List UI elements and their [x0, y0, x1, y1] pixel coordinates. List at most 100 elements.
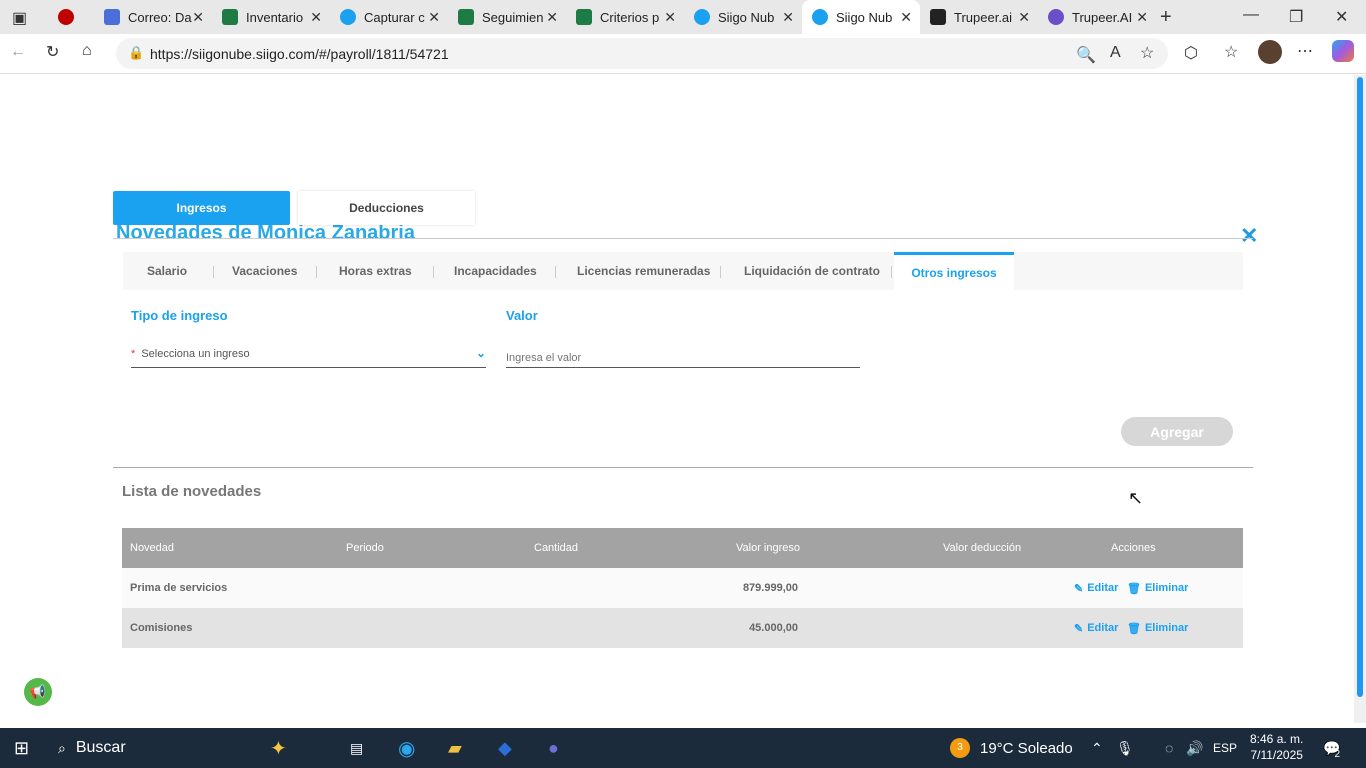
browser-tab-active[interactable]: Siigo Nub ✕	[802, 0, 920, 34]
close-icon[interactable]: ✕	[782, 9, 794, 26]
windows-start-icon[interactable]: ⊞	[14, 728, 29, 768]
tab-favicon	[576, 9, 592, 25]
close-icon[interactable]: ✕	[192, 9, 204, 26]
chevron-up-icon[interactable]: ⌃	[1091, 728, 1103, 768]
page-content: Novedades de Monica Zanabria ✕ Ingresos …	[4, 75, 1354, 723]
close-icon[interactable]: ✕	[546, 9, 558, 26]
sidebar-icon[interactable]: ▣	[12, 8, 27, 28]
restore-icon[interactable]: ❐	[1289, 7, 1303, 27]
language-indicator[interactable]: ESP	[1213, 728, 1237, 768]
browser-tab[interactable]	[48, 0, 94, 34]
browser-tab[interactable]: Inventario ✕	[212, 0, 330, 34]
read-aloud-icon[interactable]: A	[1110, 44, 1121, 62]
reload-icon[interactable]: ↻	[46, 42, 59, 62]
subtab-salario[interactable]: Salario	[147, 252, 187, 290]
favorites-icon[interactable]: ☆	[1224, 42, 1238, 62]
close-icon[interactable]: ✕	[900, 9, 912, 26]
tab-favicon	[222, 9, 238, 25]
subtab-incapacidades[interactable]: Incapacidades	[454, 252, 537, 290]
pencil-icon: ✎	[1074, 582, 1084, 595]
edit-action[interactable]: ✎ Editar	[1074, 608, 1118, 648]
browser-tab[interactable]: Siigo Nub ✕	[684, 0, 802, 34]
scrollbar[interactable]	[1354, 75, 1366, 723]
browser-tab[interactable]: Capturar c ✕	[330, 0, 448, 34]
list-title: Lista de novedades	[122, 483, 262, 500]
clock[interactable]: 8:46 a. m. 7/11/2025	[1250, 731, 1303, 763]
browser-tab[interactable]: Trupeer.ai ✕	[920, 0, 1038, 34]
divider	[555, 266, 556, 278]
profile-avatar[interactable]	[1258, 40, 1282, 64]
zoom-icon[interactable]: 🔍	[1076, 45, 1096, 65]
tab-deducciones[interactable]: Deducciones	[298, 191, 475, 225]
notification-icon[interactable]: 💬 2	[1323, 728, 1340, 768]
pencil-icon: ✎	[1074, 622, 1084, 635]
tipo-ingreso-select[interactable]: * Selecciona un ingreso ⌄	[131, 346, 486, 368]
file-explorer-icon[interactable]: ▰	[448, 728, 462, 768]
scrollbar-thumb[interactable]	[1357, 77, 1363, 697]
copilot-sparkle-icon[interactable]: ✦	[270, 728, 287, 768]
subtab-liquidacion-contrato[interactable]: Liquidación de contrato	[744, 252, 880, 290]
megaphone-icon[interactable]: 📢	[24, 678, 52, 706]
favorite-star-icon[interactable]: ☆	[1140, 43, 1154, 63]
tipo-ingreso-label: Tipo de ingreso	[131, 308, 228, 323]
new-tab-icon[interactable]: +	[1160, 6, 1172, 29]
teams-icon[interactable]: ●	[548, 728, 559, 768]
close-icon[interactable]: ✕	[664, 9, 676, 26]
more-icon[interactable]: ⋯	[1297, 41, 1313, 61]
tab-favicon	[104, 9, 120, 25]
task-view-icon[interactable]: ▤	[350, 728, 363, 768]
cell-novedad: Comisiones	[130, 622, 193, 634]
column-header: Valor ingreso	[736, 542, 800, 554]
close-modal-icon[interactable]: ✕	[1240, 223, 1258, 249]
delete-action[interactable]: 🗑 Eliminar	[1127, 568, 1188, 608]
tab-favicon	[340, 9, 356, 25]
chevron-down-icon: ⌄	[475, 346, 486, 360]
url-input[interactable]: 🔒 https://siigonube.siigo.com/#/payroll/…	[116, 38, 1168, 69]
close-icon[interactable]: ✕	[310, 9, 322, 26]
subtab-licencias-remuneradas[interactable]: Licencias remuneradas	[577, 252, 710, 290]
close-window-icon[interactable]: ✕	[1335, 7, 1348, 27]
subtab-horas-extras[interactable]: Horas extras	[339, 252, 412, 290]
browser-tab[interactable]: Criterios p ✕	[566, 0, 684, 34]
agregar-button[interactable]: Agregar	[1121, 417, 1233, 446]
tab-favicon	[694, 9, 710, 25]
divider	[113, 238, 1253, 239]
network-icon[interactable]: ◌	[1165, 728, 1173, 768]
column-header: Valor deducción	[943, 542, 1022, 554]
edit-action[interactable]: ✎ Editar	[1074, 568, 1118, 608]
subtab-otros-ingresos[interactable]: Otros ingresos	[894, 252, 1014, 290]
column-header: Periodo	[346, 542, 384, 554]
column-header: Cantidad	[534, 542, 579, 554]
browser-tab[interactable]: Trupeer.AI ✕	[1038, 0, 1156, 34]
cell-valor-ingreso: 45.000,00	[749, 622, 798, 634]
microphone-icon[interactable]: 🎙	[1116, 728, 1134, 768]
back-icon[interactable]: ←	[10, 43, 26, 61]
sun-icon: 3	[950, 738, 970, 758]
sub-tabs: Salario Vacaciones Horas extras Incapaci…	[123, 252, 1243, 290]
volume-icon[interactable]: 🔊	[1186, 728, 1203, 768]
copilot-icon[interactable]	[1332, 40, 1354, 62]
close-icon[interactable]: ✕	[428, 9, 440, 26]
valor-input[interactable]	[506, 348, 860, 368]
cell-novedad: Prima de servicios	[130, 582, 228, 594]
browser-tab[interactable]: Correo: Da ✕	[94, 0, 212, 34]
app-icon[interactable]: ◆	[498, 728, 512, 768]
subtab-vacaciones[interactable]: Vacaciones	[232, 252, 297, 290]
close-icon[interactable]: ✕	[1136, 9, 1148, 26]
home-icon[interactable]: ⌂	[82, 42, 92, 60]
column-header: Acciones	[1111, 542, 1156, 554]
delete-action[interactable]: 🗑 Eliminar	[1127, 608, 1188, 648]
tab-favicon	[1048, 9, 1064, 25]
weather-widget[interactable]: 3 19°C Soleado	[950, 728, 1073, 768]
tab-favicon	[812, 9, 828, 25]
extensions-icon[interactable]: ⬡	[1184, 43, 1198, 63]
taskbar-search[interactable]: ⌕ Buscar	[58, 728, 126, 768]
close-icon[interactable]: ✕	[1018, 9, 1030, 26]
required-marker: *	[131, 348, 136, 360]
divider	[891, 266, 892, 278]
minimize-icon[interactable]: —	[1243, 6, 1259, 24]
mouse-cursor-icon: ↖	[1128, 488, 1144, 508]
browser-tab[interactable]: Seguimien ✕	[448, 0, 566, 34]
edge-icon[interactable]: ◉	[398, 728, 415, 768]
tab-ingresos[interactable]: Ingresos	[113, 191, 290, 225]
